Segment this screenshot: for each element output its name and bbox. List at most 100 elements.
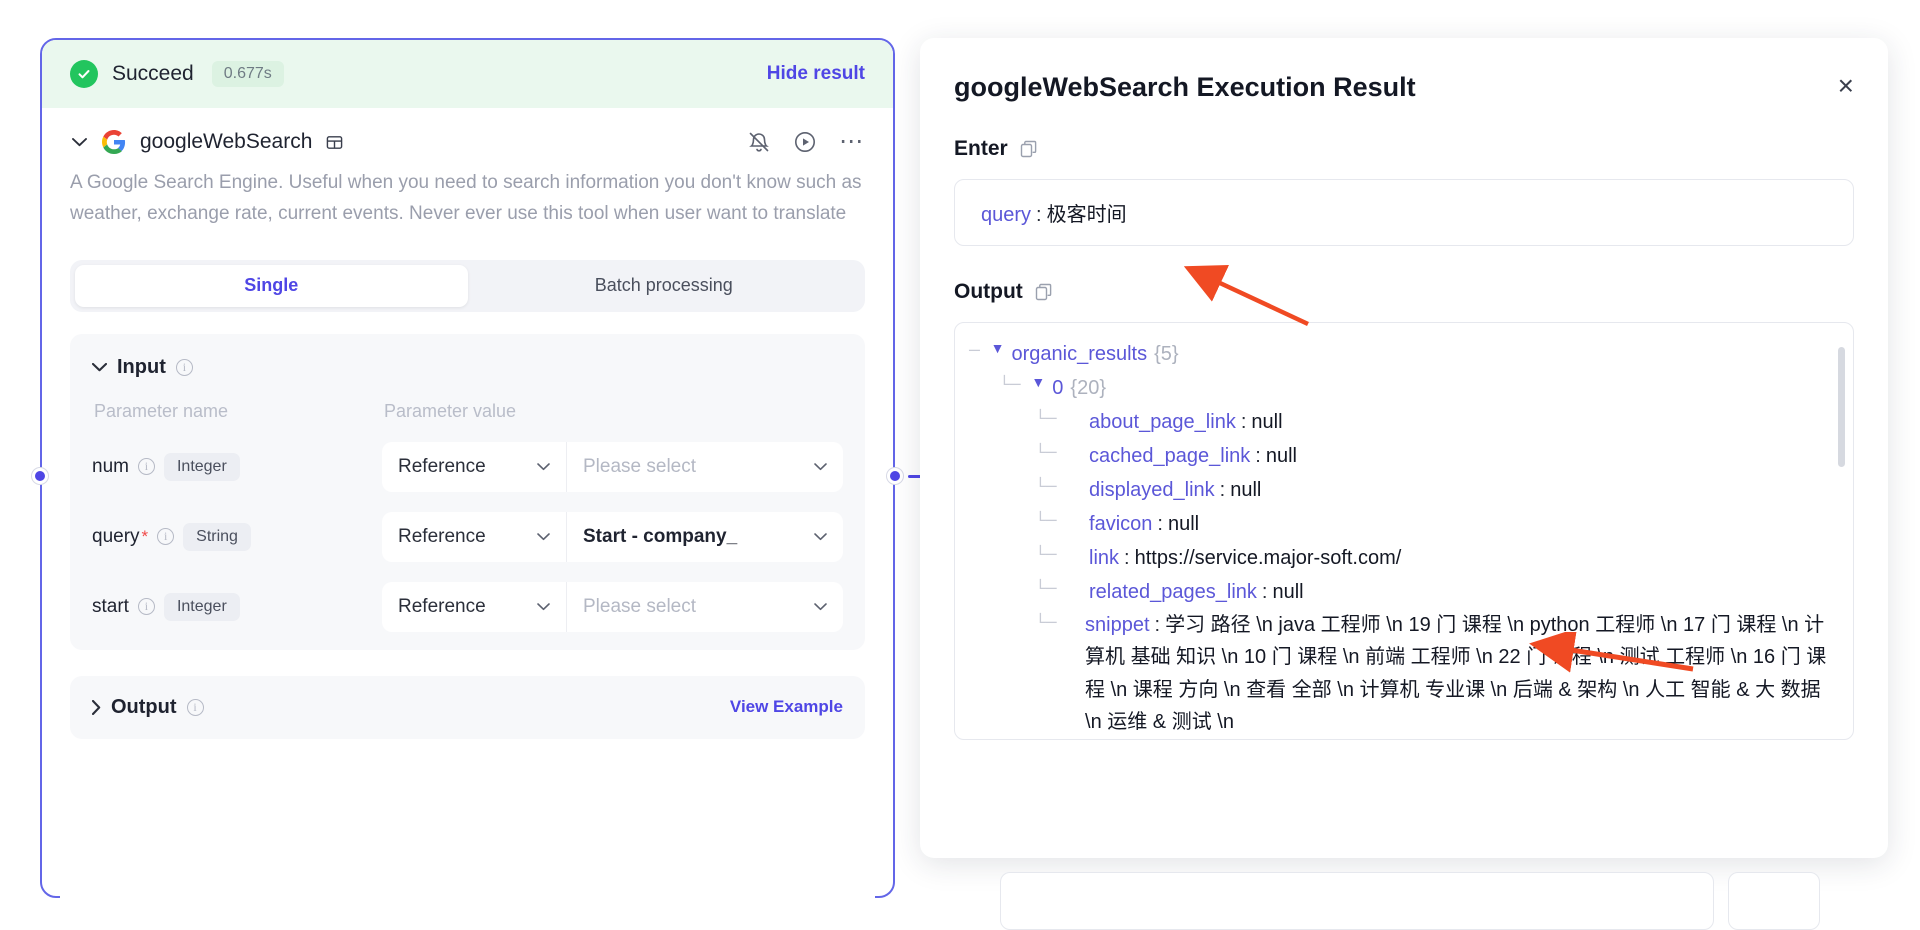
enter-label-text: Enter bbox=[954, 137, 1008, 161]
param-label-start: start bbox=[92, 596, 129, 618]
result-panel-title: googleWebSearch Execution Result bbox=[954, 72, 1416, 103]
chevron-down-icon bbox=[814, 458, 827, 476]
copy-icon[interactable] bbox=[1020, 140, 1038, 158]
tree-leaf-related-pages-link[interactable]: └─ related_pages_link : null bbox=[969, 575, 1853, 609]
triangle-down-icon[interactable]: ▼ bbox=[1031, 371, 1045, 395]
bottom-card-left bbox=[1000, 872, 1714, 930]
input-collapse-chevron-icon[interactable] bbox=[92, 356, 107, 378]
table-row: num i Integer Reference Please select bbox=[92, 442, 843, 492]
tree-key: about_page_link bbox=[1089, 405, 1236, 439]
param-type-badge: Integer bbox=[164, 453, 240, 481]
copy-icon[interactable] bbox=[1035, 283, 1053, 301]
tree-guide: ─ bbox=[969, 337, 991, 368]
tree-leaf-about-page-link[interactable]: └─ about_page_link : null bbox=[969, 405, 1853, 439]
param-value-select-num[interactable]: Please select bbox=[567, 442, 843, 492]
tree-leaf-cached-page-link[interactable]: └─ cached_page_link : null bbox=[969, 439, 1853, 473]
param-value-select-start[interactable]: Please select bbox=[567, 582, 843, 632]
tab-single[interactable]: Single bbox=[75, 265, 468, 307]
tool-action-icons: ⋯ bbox=[747, 130, 865, 154]
param-source-select-query[interactable]: Reference bbox=[382, 512, 567, 562]
param-label-num: num bbox=[92, 456, 129, 478]
tree-key: favicon bbox=[1089, 507, 1152, 541]
param-value-select-query[interactable]: Start - company_ bbox=[567, 512, 843, 562]
tool-badge-icon bbox=[326, 134, 343, 151]
param-label-query: query bbox=[92, 526, 140, 548]
node-input-port[interactable] bbox=[32, 468, 48, 484]
triangle-down-icon[interactable]: ▼ bbox=[991, 337, 1005, 361]
tree-guide: └─ bbox=[1035, 473, 1089, 504]
info-icon[interactable]: i bbox=[157, 528, 174, 545]
tree-node-index-0[interactable]: └─ ▼ 0 {20} bbox=[969, 371, 1853, 405]
tool-description: A Google Search Engine. Useful when you … bbox=[70, 168, 865, 230]
json-tree: ─ ▼ organic_results {5} └─ ▼ 0 {20} └─ a… bbox=[955, 337, 1853, 739]
hide-result-button[interactable]: Hide result bbox=[767, 63, 865, 85]
tree-node-organic-results[interactable]: ─ ▼ organic_results {5} bbox=[969, 337, 1853, 371]
tree-guide: └─ bbox=[1035, 609, 1089, 640]
run-icon[interactable] bbox=[793, 130, 817, 154]
tree-key: organic_results bbox=[1011, 337, 1147, 371]
tree-guide: └─ bbox=[999, 371, 1031, 402]
tab-batch-processing[interactable]: Batch processing bbox=[468, 265, 861, 307]
enter-param-key: query bbox=[981, 204, 1031, 226]
tree-key: snippet bbox=[1085, 614, 1150, 636]
tree-leaf-favicon[interactable]: └─ favicon : null bbox=[969, 507, 1853, 541]
vertical-scrollbar[interactable] bbox=[1838, 347, 1845, 467]
tree-guide: └─ bbox=[1035, 575, 1089, 606]
chevron-down-icon bbox=[814, 528, 827, 546]
input-panel-title: Input bbox=[117, 356, 166, 379]
workflow-node-card[interactable]: Succeed 0.677s Hide result googleWebSear… bbox=[40, 38, 895, 898]
input-panel: Input i Parameter name Parameter value n… bbox=[70, 334, 865, 650]
param-name-cell: num i Integer bbox=[92, 453, 382, 481]
tree-leaf-link[interactable]: └─ link : https://service.major-soft.com… bbox=[969, 541, 1853, 575]
tool-header-row: googleWebSearch bbox=[70, 108, 865, 154]
tree-value: null bbox=[1266, 439, 1297, 473]
node-status-bar: Succeed 0.677s Hide result bbox=[42, 40, 893, 108]
more-icon[interactable]: ⋯ bbox=[839, 136, 865, 148]
status-label: Succeed bbox=[112, 62, 194, 86]
view-example-link[interactable]: View Example bbox=[730, 697, 843, 717]
tree-value: null bbox=[1251, 405, 1282, 439]
node-card-body: googleWebSearch bbox=[42, 108, 893, 739]
node-output-port[interactable] bbox=[887, 468, 903, 484]
tree-key: related_pages_link bbox=[1089, 575, 1257, 609]
info-icon[interactable]: i bbox=[138, 458, 155, 475]
chevron-down-icon bbox=[814, 598, 827, 616]
tree-value: null bbox=[1168, 507, 1199, 541]
google-icon bbox=[102, 130, 126, 154]
mode-tabs[interactable]: Single Batch processing bbox=[70, 260, 865, 312]
enter-section-label: Enter bbox=[954, 137, 1854, 161]
snippet-content: snippet:学习 路径 \n java 工程师 \n 19 门 课程 \n … bbox=[1085, 609, 1853, 739]
output-json-tree-box[interactable]: ─ ▼ organic_results {5} └─ ▼ 0 {20} └─ a… bbox=[954, 322, 1854, 740]
info-icon[interactable]: i bbox=[138, 598, 155, 615]
column-header-parameter-name: Parameter name bbox=[94, 401, 384, 422]
tree-value: https://service.major-soft.com/ bbox=[1135, 541, 1402, 575]
param-value-cell: Reference Start - company_ bbox=[382, 512, 843, 562]
table-row: start i Integer Reference Please select bbox=[92, 582, 843, 632]
tree-leaf-displayed-link[interactable]: └─ displayed_link : null bbox=[969, 473, 1853, 507]
info-icon[interactable]: i bbox=[187, 699, 204, 716]
input-column-headers: Parameter name Parameter value bbox=[92, 401, 843, 422]
output-section-label: Output bbox=[954, 280, 1854, 304]
bottom-card-right bbox=[1728, 872, 1820, 930]
param-type-badge: String bbox=[183, 523, 251, 551]
output-panel-title: Output bbox=[111, 696, 177, 719]
tree-key: cached_page_link bbox=[1089, 439, 1250, 473]
output-panel[interactable]: Output i View Example bbox=[70, 676, 865, 739]
enter-parameters-box: query:极客时间 bbox=[954, 179, 1854, 246]
output-expand-chevron-icon[interactable] bbox=[92, 700, 101, 715]
tree-leaf-snippet[interactable]: └─ snippet:学习 路径 \n java 工程师 \n 19 门 课程 … bbox=[969, 609, 1853, 739]
param-source-select-num[interactable]: Reference bbox=[382, 442, 567, 492]
required-marker: * bbox=[142, 527, 149, 547]
param-name-cell: start i Integer bbox=[92, 593, 382, 621]
tree-guide: └─ bbox=[1035, 405, 1089, 436]
param-source-select-start[interactable]: Reference bbox=[382, 582, 567, 632]
duration-badge: 0.677s bbox=[212, 61, 284, 87]
input-panel-header[interactable]: Input i bbox=[92, 356, 843, 379]
chevron-down-icon[interactable] bbox=[70, 138, 88, 147]
info-icon[interactable]: i bbox=[176, 359, 193, 376]
close-icon[interactable]: × bbox=[1838, 72, 1854, 100]
param-value-cell: Reference Please select bbox=[382, 442, 843, 492]
param-value-text: Please select bbox=[583, 456, 696, 478]
tree-guide: └─ bbox=[1035, 541, 1089, 572]
mute-icon[interactable] bbox=[747, 130, 771, 154]
